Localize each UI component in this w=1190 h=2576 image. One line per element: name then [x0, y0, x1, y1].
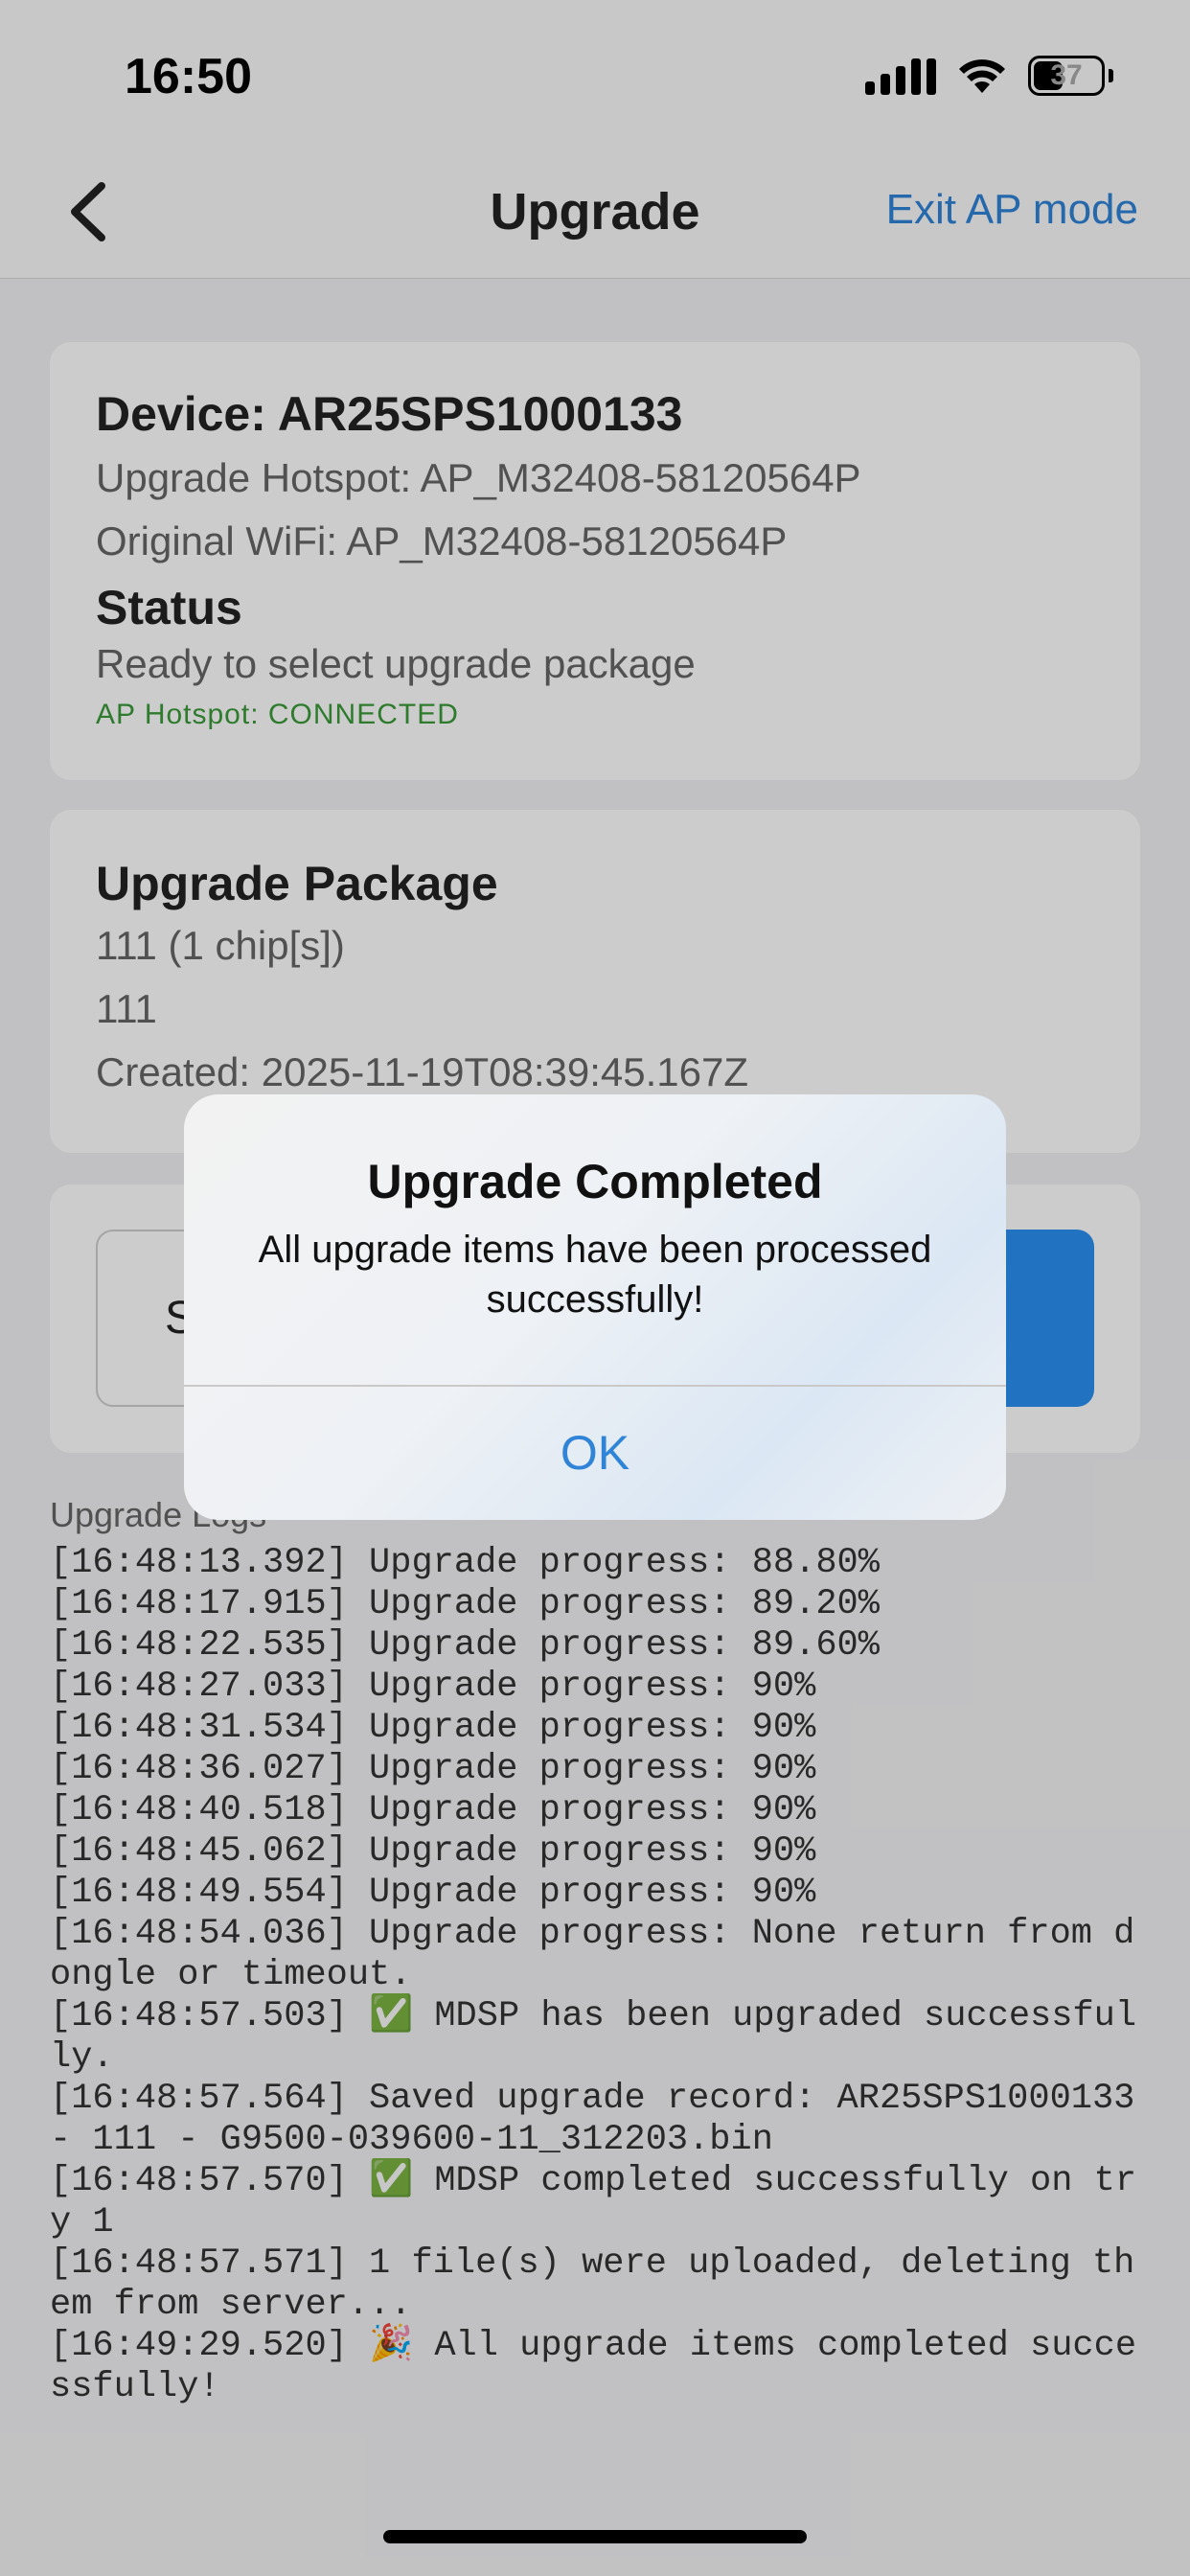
upgrade-completed-dialog: Upgrade Completed All upgrade items have… — [184, 1094, 1006, 1520]
upgrade-screen: 16:50 37 Upgrade Exit AP mode Device: AR… — [0, 0, 1190, 2576]
dialog-title: Upgrade Completed — [367, 1155, 823, 1208]
dialog-message: All upgrade items have been processed su… — [258, 1229, 932, 1321]
dialog-ok-button[interactable]: OK — [184, 1387, 1006, 1520]
battery-level: 37 — [1050, 59, 1083, 91]
